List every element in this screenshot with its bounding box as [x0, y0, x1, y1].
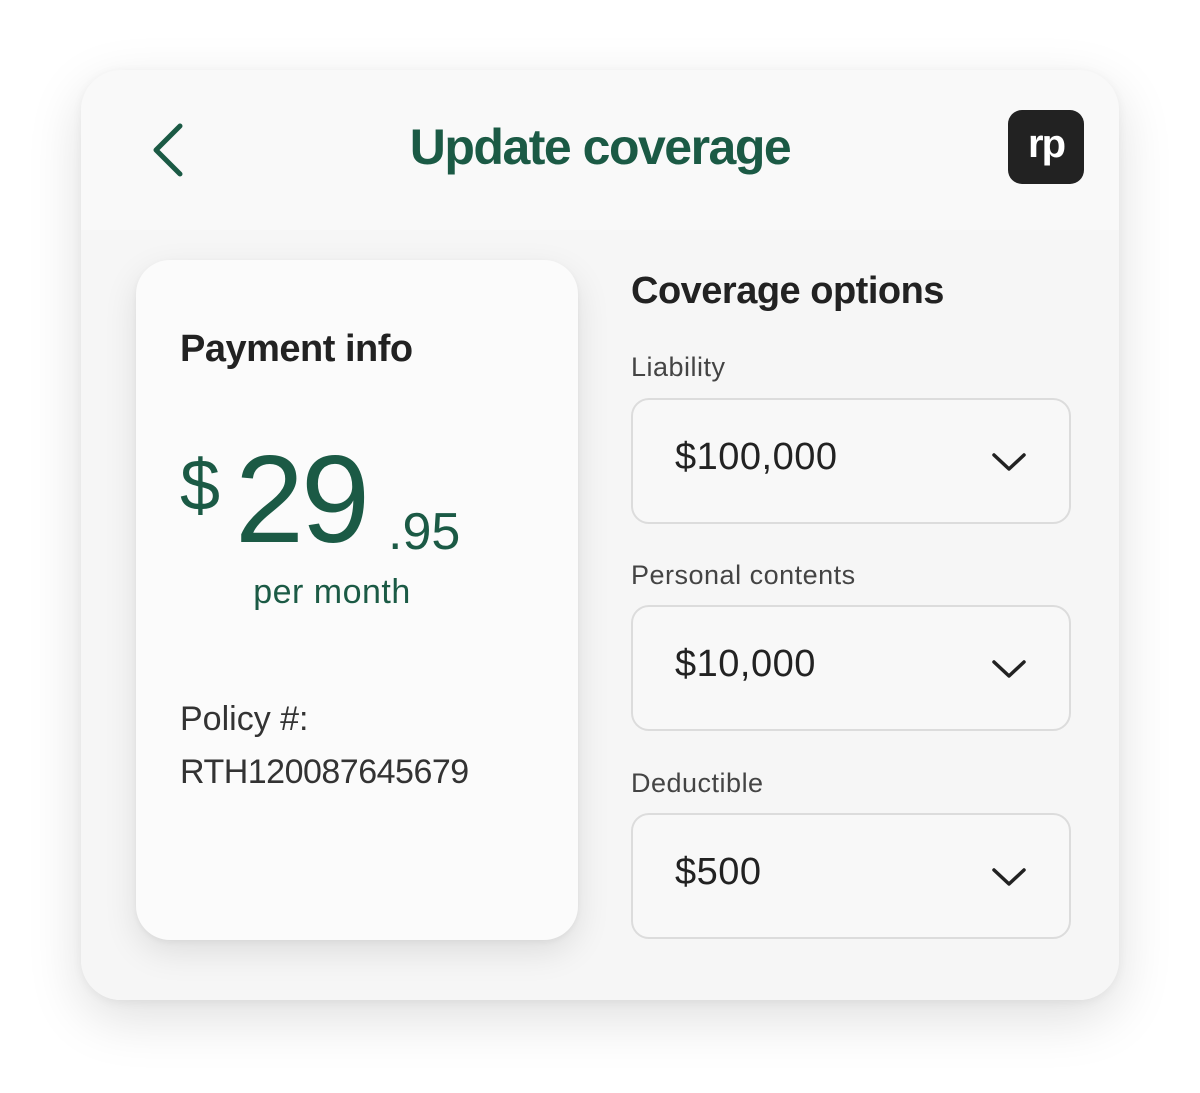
policy-number: RTH120087645679 — [180, 753, 469, 791]
deductible-label: Deductible — [631, 768, 764, 798]
price-period: per month — [253, 573, 411, 611]
payment-info-card: Payment info $ 29 .95 per month Policy #… — [136, 260, 578, 940]
price-currency: $ — [180, 446, 221, 526]
monthly-price: $ 29 .95 — [180, 438, 540, 578]
personal-contents-select[interactable]: $10,000 — [631, 605, 1071, 731]
liability-label: Liability — [631, 352, 726, 382]
main-content: Payment info $ 29 .95 per month Policy #… — [81, 230, 1119, 1000]
chevron-down-icon — [992, 453, 1026, 471]
chevron-down-icon — [992, 660, 1026, 678]
deductible-select[interactable]: $500 — [631, 813, 1071, 939]
liability-select[interactable]: $100,000 — [631, 398, 1071, 524]
payment-info-title: Payment info — [180, 328, 413, 370]
price-cents: .95 — [388, 503, 461, 561]
price-dollars: 29 — [235, 431, 370, 569]
deductible-value: $500 — [675, 851, 762, 893]
liability-value: $100,000 — [675, 436, 838, 478]
brand-logo: rp — [1008, 110, 1084, 184]
coverage-options-title: Coverage options — [631, 270, 944, 312]
personal-contents-label: Personal contents — [631, 560, 856, 590]
personal-contents-value: $10,000 — [675, 643, 816, 685]
page-title: Update coverage — [409, 119, 792, 175]
app-window: Update coverage rp Payment info $ 29 .95… — [81, 70, 1119, 1000]
header: Update coverage rp — [81, 70, 1119, 230]
policy-label: Policy #: — [180, 700, 309, 738]
chevron-down-icon — [992, 868, 1026, 886]
logo-text: rp — [1028, 121, 1066, 166]
